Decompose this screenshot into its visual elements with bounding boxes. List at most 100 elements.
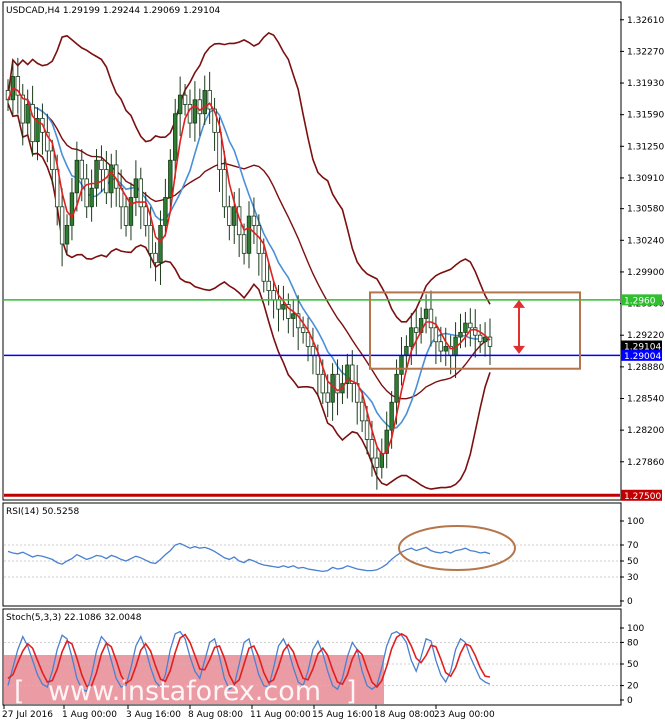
candle-body xyxy=(394,373,399,403)
level-label: 50 xyxy=(627,660,639,670)
candle-body xyxy=(300,327,306,333)
candle-body xyxy=(414,327,419,333)
price-tick-label: 1.31590 xyxy=(627,111,664,121)
candle-body xyxy=(89,187,94,208)
candle-body xyxy=(276,299,281,310)
candle-body xyxy=(374,457,380,468)
candle-body xyxy=(217,131,222,170)
candle-body xyxy=(458,332,463,338)
candle-body xyxy=(291,313,296,319)
price-tick-label: 1.28200 xyxy=(627,426,664,436)
price-tick-label: 1.30240 xyxy=(627,236,664,246)
candle-body xyxy=(163,197,168,226)
candle-body xyxy=(133,178,139,198)
candle-body xyxy=(246,215,252,254)
candle-body xyxy=(364,420,370,440)
candle-body xyxy=(69,192,75,226)
price-tick-label: 1.32610 xyxy=(627,16,664,26)
candle-body xyxy=(74,159,80,194)
resistance-tag-label: 1.2960 xyxy=(624,296,656,306)
candle-body xyxy=(143,206,148,226)
candle-body xyxy=(79,159,84,180)
time-tick-label: 23 Aug 00:00 xyxy=(434,710,495,720)
stoch-axis: 100 80 50 20 0 xyxy=(620,624,644,706)
candle-body xyxy=(261,252,266,282)
candle-body xyxy=(310,345,316,357)
major-support-tag-label: 1.27500 xyxy=(624,492,661,502)
symbol-label: USDCAD,H4 1.29199 1.29244 1.29069 1.2910… xyxy=(6,6,221,16)
time-tick-label: 1 Aug 00:00 xyxy=(62,710,117,720)
price-tick-label: 1.28880 xyxy=(627,363,664,373)
candle-body xyxy=(227,206,232,226)
price-tick-label: 1.31930 xyxy=(627,79,664,89)
candle-body xyxy=(202,90,207,115)
candle-body xyxy=(428,308,434,329)
candle-body xyxy=(330,373,335,403)
forex-chart: USDCAD,H4 1.29199 1.29244 1.29069 1.2910… xyxy=(2,1,664,720)
stoch-label: Stoch(5,3,3) 22.1086 32.0048 xyxy=(6,613,142,623)
watermark-bracket-right: ] xyxy=(346,676,357,707)
candle-body xyxy=(369,439,375,459)
candle-body xyxy=(468,322,473,329)
price-tick-label: 1.29220 xyxy=(627,331,664,341)
level-label: 80 xyxy=(627,638,639,648)
price-tick-label: 1.27860 xyxy=(627,458,664,468)
candle-body xyxy=(173,113,178,161)
candle-body xyxy=(409,327,414,347)
candle-body xyxy=(266,280,271,291)
candle-body xyxy=(192,99,198,124)
candle-body xyxy=(153,252,158,264)
level-label: 30 xyxy=(627,573,639,583)
candle-body xyxy=(123,206,129,226)
level-label: 0 xyxy=(627,597,633,607)
candle-body xyxy=(168,159,173,198)
candle-body xyxy=(158,225,163,264)
rsi-label: RSI(14) 50.5258 xyxy=(6,507,79,517)
candle-body xyxy=(443,345,448,352)
candle-body xyxy=(104,169,109,194)
price-tick-label: 1.29900 xyxy=(627,268,664,278)
candle-body xyxy=(59,206,65,245)
candle-body xyxy=(399,355,404,375)
candle-body xyxy=(482,336,488,343)
candle-body xyxy=(222,169,227,208)
candle-body xyxy=(182,94,188,105)
candle-body xyxy=(379,453,384,468)
price-axis: 1.32610 1.32270 1.31930 1.31590 1.31250 1.309… xyxy=(620,16,664,468)
candle-body xyxy=(25,104,30,124)
time-axis: 27 Jul 2016 1 Aug 00:00 3 Aug 16:00 8 Aug 0… xyxy=(2,705,495,720)
price-tick-label: 1.30910 xyxy=(627,174,664,184)
time-tick-label: 27 Jul 2016 xyxy=(2,710,53,720)
candle-body xyxy=(359,401,365,422)
candle-body xyxy=(84,178,89,208)
price-tick-label: 1.32270 xyxy=(627,47,664,57)
price-tick-label: 1.28540 xyxy=(627,394,664,404)
support-tag-label: 1.29004 xyxy=(624,352,661,362)
rsi-axis: 100 70 50 30 0 xyxy=(620,517,644,607)
candle-body xyxy=(241,234,247,254)
candle-body xyxy=(187,104,193,124)
candle-body xyxy=(197,99,203,115)
level-label: 100 xyxy=(627,517,644,527)
watermark-text: www.instaforex.com xyxy=(48,676,321,707)
candle-body xyxy=(404,345,409,357)
time-tick-label: 15 Aug 16:00 xyxy=(312,710,373,720)
candle-body xyxy=(251,215,257,226)
candle-body xyxy=(320,373,325,394)
rsi-panel-frame xyxy=(2,502,622,607)
candle-body xyxy=(109,164,114,194)
price-tick-label: 1.30580 xyxy=(627,205,664,215)
candle-body xyxy=(433,327,439,343)
level-label: 100 xyxy=(627,624,644,634)
time-tick-label: 3 Aug 16:00 xyxy=(126,710,181,720)
candle-body xyxy=(99,159,104,170)
candle-body xyxy=(232,206,237,226)
time-tick-label: 8 Aug 08:00 xyxy=(188,710,243,720)
candle-body xyxy=(148,225,153,254)
time-tick-label: 18 Aug 08:00 xyxy=(374,710,435,720)
candle-body xyxy=(325,392,330,403)
candle-body xyxy=(50,150,55,170)
candle-body xyxy=(463,322,468,333)
main-panel-frame xyxy=(2,1,622,501)
candle-body xyxy=(281,304,286,310)
